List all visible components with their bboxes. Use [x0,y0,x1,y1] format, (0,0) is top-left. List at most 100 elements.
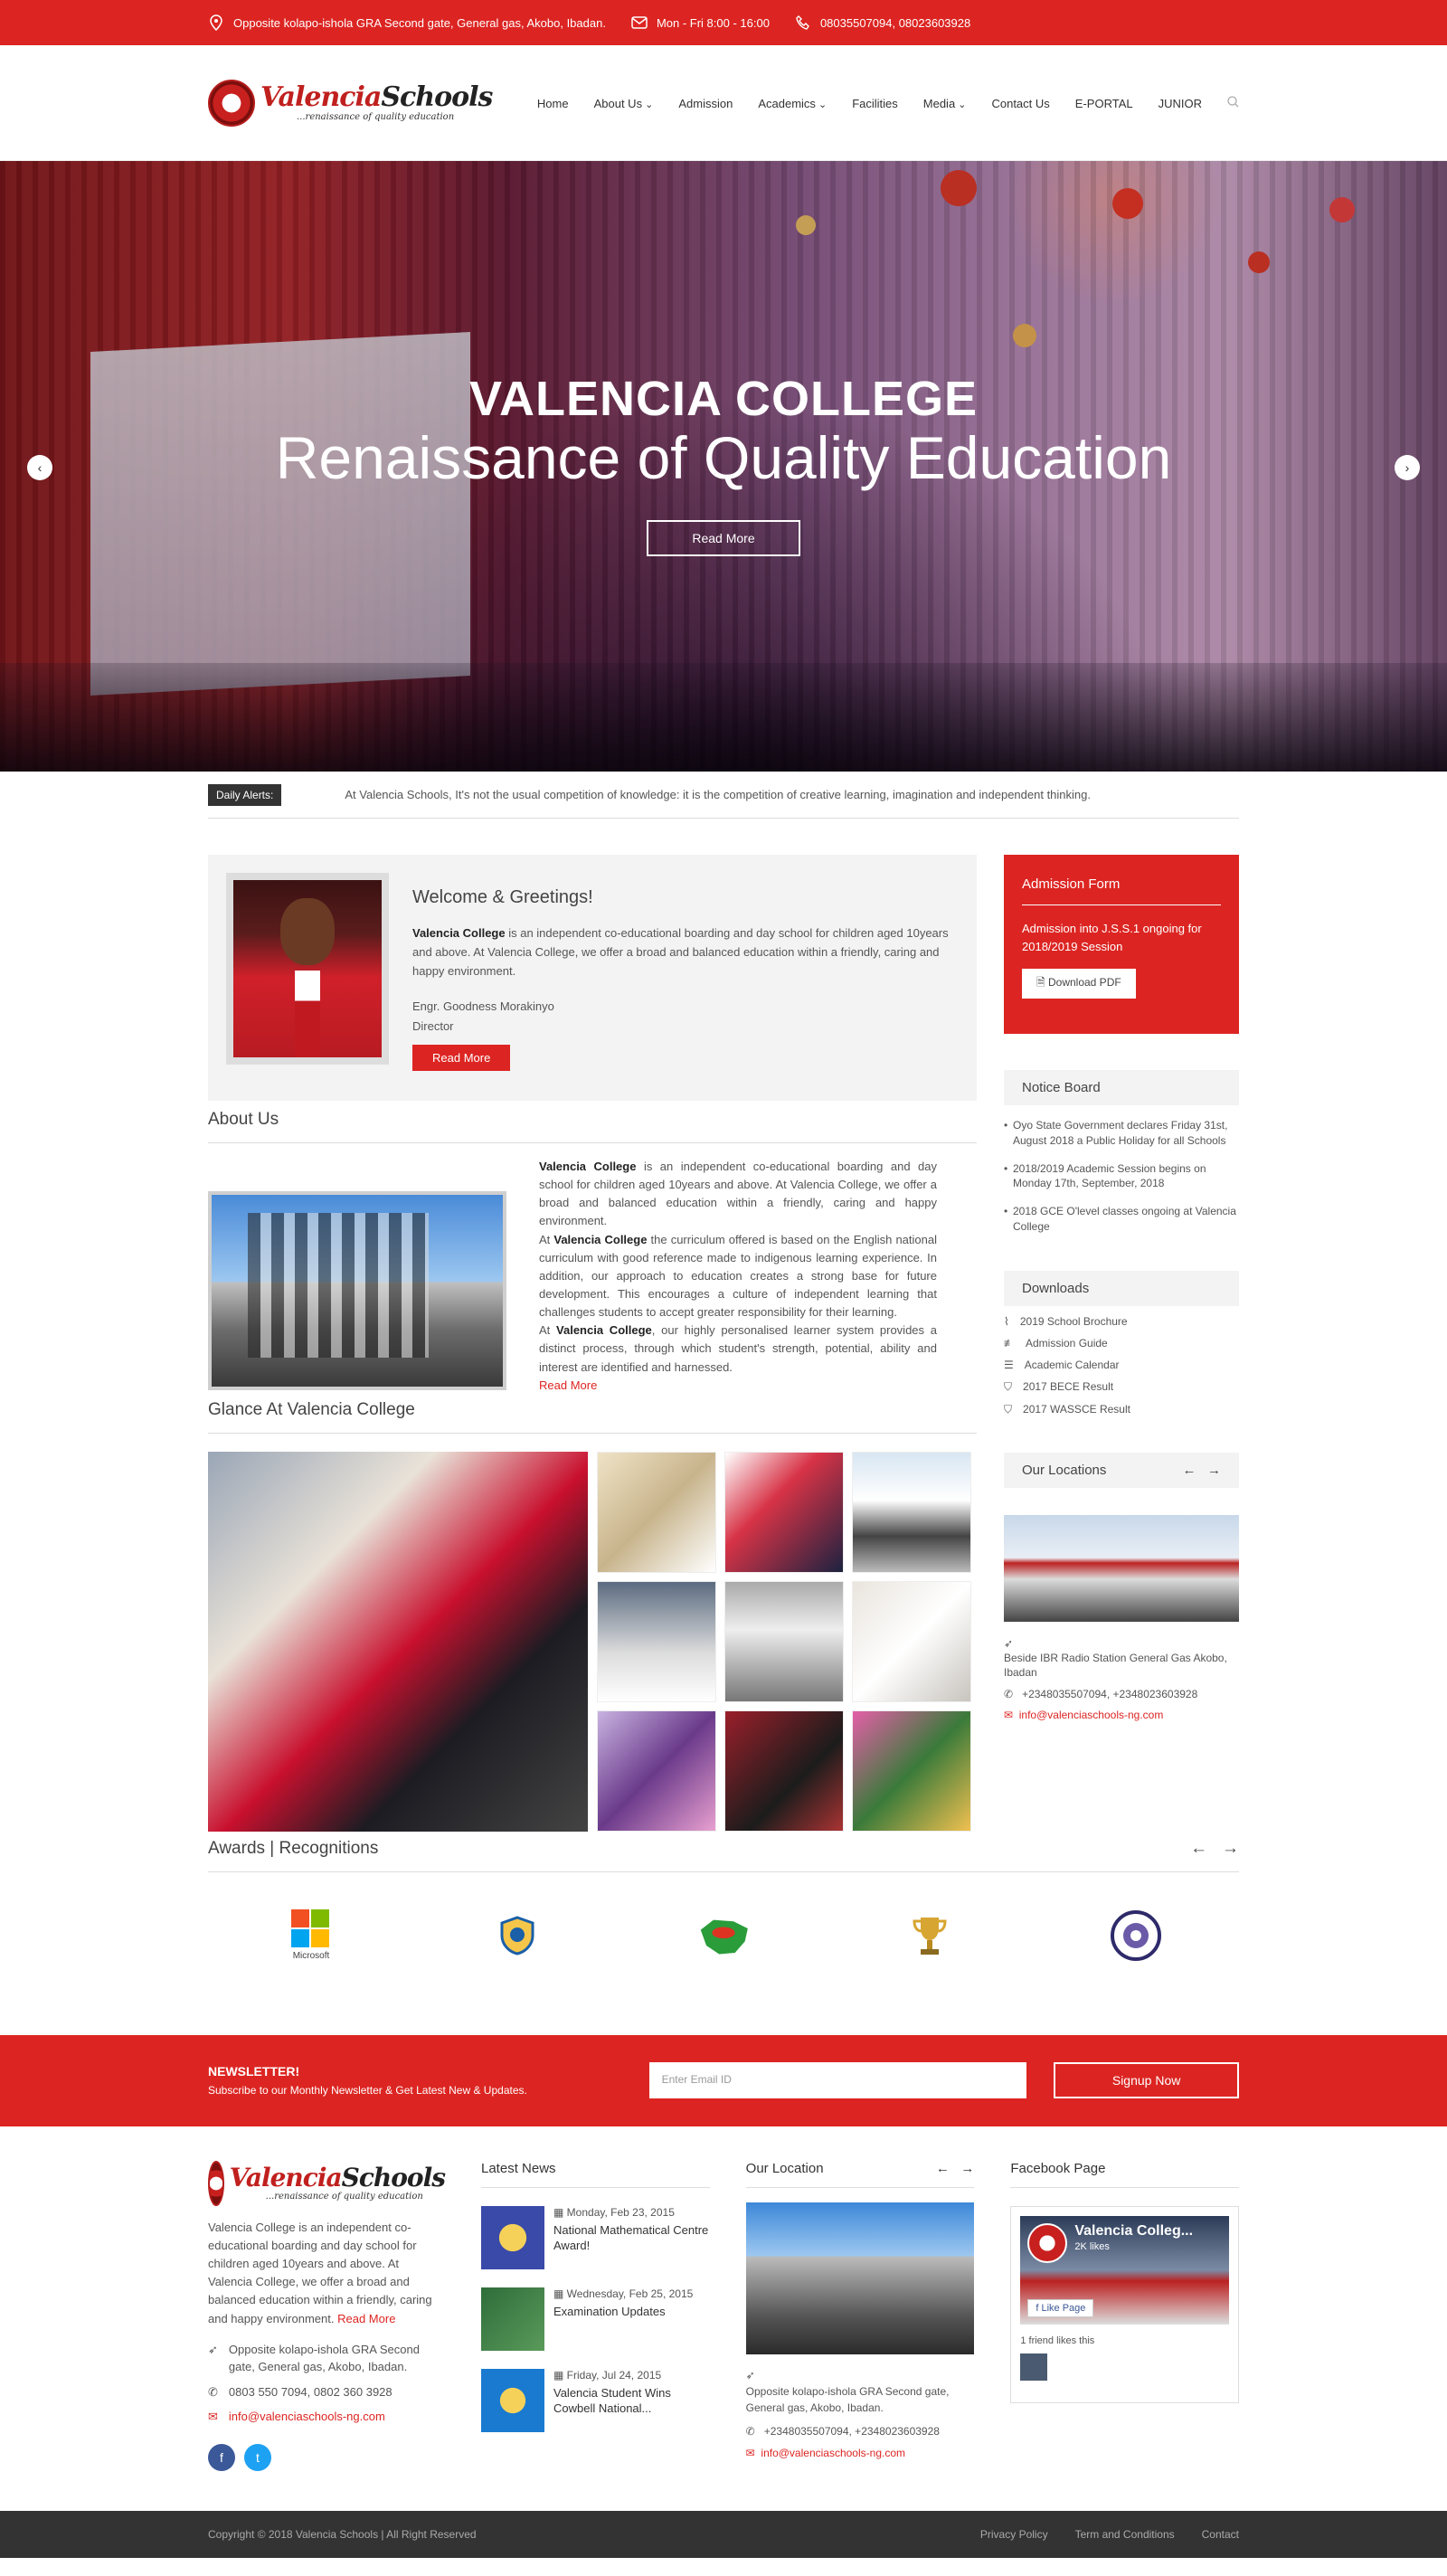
download-item[interactable]: ☰ Academic Calendar [1004,1359,1239,1371]
navigation-icon: ➶ [1004,1636,1014,1650]
nav-home[interactable]: Home [537,97,569,110]
nav-admission[interactable]: Admission [678,97,733,110]
facebook-like-button[interactable]: f Like Page [1027,2298,1094,2317]
nav-facilities[interactable]: Facilities [852,97,898,110]
gallery-photo[interactable] [852,1580,971,1702]
awards-title: Awards | Recognitions [208,1838,379,1858]
nav-about-us[interactable]: About Us [594,97,654,110]
news-thumbnail [481,2368,544,2432]
notice-item[interactable]: 2018 GCE O'level classes ongoing at Vale… [1004,1204,1239,1235]
admission-text: Admission into J.S.S.1 ongoing for 2018/… [1022,922,1202,954]
slider-prev-icon[interactable]: ‹ [27,455,52,480]
facebook-widget[interactable]: Valencia Colleg... 2K likes f Like Page … [1010,2205,1240,2403]
footer-location: Our Location ← → ➶ Opposite kolapo-ishola… [745,2161,975,2471]
welcome-section: Welcome & Greetings! Valencia College is… [208,855,977,1101]
mail-icon [631,14,648,31]
twitter-icon[interactable]: t [244,2443,271,2471]
nav-e-portal[interactable]: E-PORTAL [1075,97,1133,110]
main-nav: Home About Us Admission Academics Facili… [537,96,1239,110]
arrow-left-icon[interactable]: ← [936,2161,950,2176]
gallery-photo[interactable] [724,1709,844,1832]
location-pin-icon [208,14,224,31]
news-title: National Mathematical Centre Award! [553,2222,709,2253]
gallery-photo[interactable] [724,1580,844,1702]
facebook-likes: 2K likes [1074,2240,1110,2252]
about-read-more-link[interactable]: Read More [539,1378,597,1392]
footer-logo[interactable]: ValenciaSchools ...renaissance of qualit… [208,2160,446,2206]
facebook-icon[interactable]: f [208,2443,235,2471]
downloads-list: ⌇ 2019 School Brochure ≢ Admission Guide ☰… [1004,1315,1239,1416]
notice-item[interactable]: 2018/2019 Academic Session begins on Mon… [1004,1161,1239,1192]
nav-contact-us[interactable]: Contact Us [991,97,1049,110]
navigation-icon: ➶ [745,2368,755,2382]
news-thumbnail [481,2205,544,2269]
mail-icon: ✉ [745,2446,755,2459]
arrow-right-icon[interactable]: → [1207,1463,1221,1478]
footer-location-email[interactable]: info@valenciaschools-ng.com [761,2447,905,2459]
phone-icon: ✆ [745,2424,755,2438]
hero-read-more-button[interactable]: Read More [647,520,800,557]
photo-gallery [208,1451,977,1832]
footer-email-link[interactable]: info@valenciaschools-ng.com [229,2408,385,2426]
gallery-photo[interactable] [597,1451,716,1573]
download-item[interactable]: ⛉ 2017 WASSCE Result [1004,1403,1239,1416]
navigation-icon: ➶ [208,2342,218,2356]
privacy-policy-link[interactable]: Privacy Policy [980,2528,1048,2541]
gallery-photo[interactable] [597,1709,716,1832]
download-item[interactable]: ≢ Admission Guide [1004,1337,1239,1350]
gallery-photo[interactable] [724,1451,844,1573]
facebook-cover: Valencia Colleg... 2K likes f Like Page [1020,2215,1230,2325]
paperclip-icon: ⌇ [1004,1314,1009,1328]
footer-facebook: Facebook Page Valencia Colleg... 2K like… [1010,2161,1240,2471]
nav-media[interactable]: Media [923,97,967,110]
gallery-main-photo[interactable] [208,1451,588,1832]
location-address: Beside IBR Radio Station General Gas Ako… [1004,1651,1227,1680]
download-pdf-button[interactable]: 🗎 Download PDF [1022,969,1136,999]
social-links: f t [208,2443,445,2471]
news-item[interactable]: ▦ Monday, Feb 23, 2015 National Mathemati… [481,2205,710,2269]
pdf-icon: 🗎 [1036,976,1048,990]
contact-link[interactable]: Contact [1202,2528,1239,2541]
hours-text: Mon - Fri 8:00 - 16:00 [656,15,770,30]
latest-news-title: Latest News [481,2161,710,2188]
download-item[interactable]: ⌇ 2019 School Brochure [1004,1315,1239,1328]
news-date: ▦ Monday, Feb 23, 2015 [553,2205,675,2219]
site-footer: ValenciaSchools ...renaissance of qualit… [0,2126,1447,2471]
director-portrait [226,873,389,1065]
address-info: Opposite kolapo-ishola GRA Second gate, … [208,14,606,31]
location-info: ➶ Beside IBR Radio Station General Gas A… [1004,1636,1239,1722]
facebook-page-title: Facebook Page [1010,2161,1240,2188]
footer-read-more-link[interactable]: Read More [337,2312,395,2325]
logo-seal [208,2160,224,2206]
arrow-right-icon[interactable]: → [1222,1839,1239,1858]
search-icon[interactable] [1227,96,1239,110]
facebook-icon: f [1036,2302,1039,2314]
gallery-photo[interactable] [597,1580,716,1702]
arrow-left-icon[interactable]: ← [1190,1839,1207,1858]
notice-item[interactable]: Oyo State Government declares Friday 31s… [1004,1118,1239,1149]
locations-title: Our Locations [1022,1462,1107,1478]
news-item[interactable]: ▦ Wednesday, Feb 25, 2015 Examination Upd… [481,2287,710,2351]
nav-academics[interactable]: Academics [758,97,827,110]
newsletter-email-input[interactable]: Enter Email ID [648,2062,1027,2099]
download-item[interactable]: ⛉ 2017 BECE Result [1004,1380,1239,1394]
school-seal-icon [1109,1908,1163,1963]
microsoft-logo: Microsoft [284,1908,338,1963]
signup-button[interactable]: Signup Now [1054,2062,1239,2099]
phone-text: 08035507094, 08023603928 [819,15,971,30]
arrow-left-icon[interactable]: ← [1182,1463,1196,1478]
terms-link[interactable]: Term and Conditions [1075,2528,1175,2541]
list-icon: ☰ [1004,1358,1014,1371]
school-building-image [208,1191,506,1390]
phone-icon: ✆ [208,2384,218,2399]
footer-location-info: ➶ Opposite kolapo-ishola GRA Second gate… [746,2367,975,2461]
slider-next-icon[interactable]: › [1395,455,1420,480]
arrow-right-icon[interactable]: → [960,2161,974,2176]
gallery-photo[interactable] [852,1451,971,1573]
welcome-read-more-button[interactable]: Read More [412,1044,511,1071]
site-logo[interactable]: ValenciaSchools ...renaissance of qualit… [208,80,493,127]
location-email[interactable]: ✉ info@valenciaschools-ng.com [1004,1708,1239,1722]
news-item[interactable]: ▦ Friday, Jul 24, 2015 Valencia Student W… [481,2368,710,2432]
nav-junior[interactable]: JUNIOR [1159,97,1202,110]
gallery-photo[interactable] [852,1709,971,1832]
